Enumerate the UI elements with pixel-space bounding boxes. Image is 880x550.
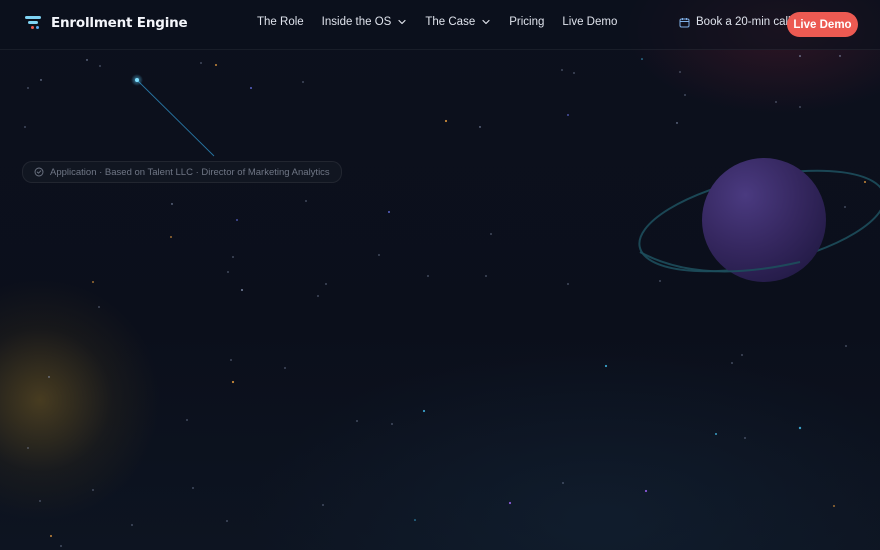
chevron-down-icon (482, 19, 490, 25)
calendar-icon (679, 17, 690, 27)
nav-item-label: Pricing (509, 16, 545, 28)
check-circle-icon (34, 167, 44, 177)
application-badge: Application · Based on Talent LLC · Dire… (22, 161, 342, 183)
comet (131, 74, 215, 157)
badge-text: Application · Based on Talent LLC · Dire… (50, 166, 330, 178)
main-nav: The Role Inside the OS The Case Pricing … (257, 16, 617, 28)
nav-item-label: The Case (425, 16, 476, 28)
nav-item-label: Live Demo (562, 16, 618, 28)
chevron-down-icon (398, 19, 406, 25)
book-call-link[interactable]: Book a 20-min call (679, 16, 791, 28)
nav-item-label: Inside the OS (321, 16, 392, 28)
nav-item-pricing[interactable]: Pricing (509, 16, 544, 28)
logo-icon (25, 14, 43, 32)
nav-item-the-role[interactable]: The Role (257, 16, 304, 28)
top-navigation-bar: Enrollment Engine The Role Inside the OS… (0, 0, 880, 50)
starfield (24, 55, 880, 547)
planet-illustration (638, 158, 880, 287)
stars (24, 55, 866, 547)
nav-item-the-case[interactable]: The Case (425, 16, 491, 28)
nav-item-inside-the-os[interactable]: Inside the OS (322, 16, 408, 28)
nav-item-label: The Role (257, 16, 304, 28)
book-call-label: Book a 20-min call (696, 16, 791, 28)
live-demo-button[interactable]: Live Demo (787, 12, 858, 37)
brand-logo[interactable]: Enrollment Engine (25, 14, 188, 32)
brand-name: Enrollment Engine (51, 15, 188, 31)
nav-item-live-demo[interactable]: Live Demo (562, 16, 617, 28)
